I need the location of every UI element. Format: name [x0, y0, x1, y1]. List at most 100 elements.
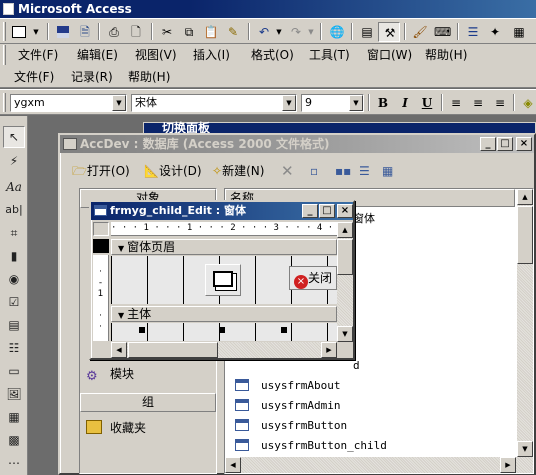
small-icons-button[interactable]: ▪▪: [335, 160, 351, 182]
scroll-thumb[interactable]: [128, 342, 218, 358]
image-icon[interactable]: 🖼: [3, 383, 25, 405]
form-window-title-bar[interactable]: frmyg_child_Edit : 窗体 _ □ ×: [91, 202, 353, 220]
menu-edit[interactable]: 编辑(E): [77, 44, 118, 66]
scroll-thumb[interactable]: [517, 206, 533, 264]
autoformat-button[interactable]: 🖌: [409, 22, 431, 42]
command-button-icon[interactable]: ▭: [3, 360, 25, 382]
menu-file-secondary[interactable]: 文件(F): [14, 66, 54, 88]
scroll-up-icon[interactable]: ▲: [337, 222, 353, 238]
align-left-button[interactable]: ≡: [445, 93, 467, 113]
vertical-ruler[interactable]: · -1 · ·: [93, 255, 109, 341]
textbox-icon[interactable]: ab|: [3, 199, 25, 221]
scroll-thumb[interactable]: [337, 239, 353, 275]
unbound-object-frame-icon[interactable]: ▦: [3, 406, 25, 428]
list-item[interactable]: usysfrmAdmin: [235, 396, 340, 416]
scroll-left-icon[interactable]: ◀: [225, 457, 241, 473]
menu-help-secondary[interactable]: 帮助(H): [128, 66, 170, 88]
close-command-button[interactable]: × 关闭: [289, 266, 337, 290]
scroll-right-icon[interactable]: ▶: [500, 457, 516, 473]
menu-records[interactable]: 记录(R): [71, 66, 113, 88]
control-handle[interactable]: [281, 327, 287, 333]
search-button[interactable]: 🗎: [74, 22, 96, 42]
chevron-down-icon[interactable]: ▼: [112, 95, 126, 111]
print-preview-button[interactable]: 🗋: [125, 22, 147, 42]
hyperlink-button[interactable]: 🌐: [326, 22, 348, 42]
option-group-icon[interactable]: ⌗: [3, 222, 25, 244]
option-button-icon[interactable]: ◉: [3, 268, 25, 290]
menu-window[interactable]: 窗口(W): [367, 44, 412, 66]
list-box-icon[interactable]: ☷: [3, 337, 25, 359]
delete-button[interactable]: ✕: [281, 160, 294, 182]
font-size-combo[interactable]: 9 ▼: [301, 94, 364, 112]
details-view-button[interactable]: ▦: [382, 160, 393, 182]
selected-item-suffix[interactable]: 窗体: [353, 210, 375, 228]
scroll-up-icon[interactable]: ▲: [517, 189, 533, 205]
format-painter-button[interactable]: ✎: [222, 22, 244, 42]
redo-button[interactable]: ↷ ▼: [285, 22, 315, 42]
font-name-combo[interactable]: 宋体 ▼: [131, 94, 297, 112]
field-list-button[interactable]: ▤: [356, 22, 378, 42]
database-window-button[interactable]: ▦: [508, 22, 530, 42]
close-button[interactable]: ×: [516, 137, 532, 151]
open-button[interactable]: 🗁打开(O): [72, 160, 130, 182]
save-button[interactable]: [52, 22, 74, 42]
build-button[interactable]: ✦: [484, 22, 506, 42]
detail-section-bar[interactable]: ▼ 主体: [111, 306, 337, 322]
horizontal-ruler[interactable]: · · · 1 · · · 1 · · · 2 · · · 3 · · · 4 …: [111, 222, 337, 236]
close-button[interactable]: ×: [337, 204, 353, 218]
image-control[interactable]: [205, 264, 241, 296]
form-horizontal-scrollbar[interactable]: ◀ ▶: [111, 342, 337, 358]
menu-view[interactable]: 视图(V): [135, 44, 177, 66]
menu-file[interactable]: 文件(F): [18, 44, 58, 66]
view-button[interactable]: ▼: [9, 22, 43, 42]
database-window-title-bar[interactable]: AccDev : 数据库 (Access 2000 文件格式) _ □ ×: [60, 135, 534, 153]
object-combo[interactable]: ygxm ▼: [10, 94, 127, 112]
label-icon[interactable]: Aa: [3, 176, 25, 198]
groups-item-favorites[interactable]: 收藏夹: [86, 417, 146, 439]
minimize-button[interactable]: _: [302, 204, 318, 218]
list-horizontal-scrollbar[interactable]: ◀ ▶: [225, 457, 533, 473]
print-button[interactable]: ⎙: [103, 22, 125, 42]
form-vertical-scrollbar[interactable]: ▲ ▼: [337, 222, 353, 342]
toolbox-button[interactable]: ⚒: [378, 22, 400, 42]
chevron-down-icon[interactable]: ▼: [282, 95, 296, 111]
bold-button[interactable]: B: [372, 93, 394, 113]
list-item[interactable]: usysfrmButton: [235, 416, 347, 436]
fill-color-button[interactable]: ◈: [517, 93, 535, 113]
maximize-button[interactable]: □: [497, 137, 513, 151]
page-break-icon[interactable]: ⋯: [3, 452, 25, 474]
checkbox-icon[interactable]: ☑: [3, 291, 25, 313]
cut-button[interactable]: ✂: [156, 22, 178, 42]
combo-box-icon[interactable]: ▤: [3, 314, 25, 336]
form-selector[interactable]: [93, 222, 109, 236]
groups-header[interactable]: 组: [80, 393, 216, 412]
copy-button[interactable]: ⧉: [178, 22, 200, 42]
paste-button[interactable]: 📋: [200, 22, 222, 42]
scroll-down-icon[interactable]: ▼: [337, 326, 353, 342]
menu-insert[interactable]: 插入(I): [193, 44, 230, 66]
section-selector[interactable]: [93, 239, 109, 253]
control-handle[interactable]: [219, 327, 225, 333]
list-item[interactable]: usysfrmAbout: [235, 376, 340, 396]
properties-button[interactable]: ☰: [462, 22, 484, 42]
list-item[interactable]: usysfrmButton_child: [235, 436, 387, 456]
chevron-down-icon[interactable]: ▼: [349, 95, 363, 111]
form-header-area[interactable]: × 关闭: [111, 256, 337, 304]
detail-area[interactable]: [111, 323, 337, 341]
control-wizards-icon[interactable]: ⚡: [3, 150, 25, 172]
minimize-button[interactable]: _: [480, 137, 496, 151]
code-button[interactable]: ⌨: [431, 22, 453, 42]
align-right-button[interactable]: ≡: [489, 93, 511, 113]
design-button[interactable]: 📐设计(D): [144, 160, 202, 182]
menu-tools[interactable]: 工具(T): [309, 44, 350, 66]
objects-item-modules[interactable]: ⚙ 模块: [86, 363, 134, 385]
scroll-right-icon[interactable]: ▶: [321, 342, 337, 358]
large-icons-button[interactable]: ▫: [310, 160, 318, 182]
undo-button[interactable]: ↶ ▼: [253, 22, 283, 42]
underline-button[interactable]: U: [416, 93, 438, 113]
toggle-button-icon[interactable]: ▮: [3, 245, 25, 267]
form-header-section-bar[interactable]: ▼ 窗体页眉: [111, 239, 337, 255]
list-vertical-scrollbar[interactable]: ▲ ▼: [517, 189, 533, 457]
scroll-down-icon[interactable]: ▼: [517, 441, 533, 457]
list-view-button[interactable]: ☰: [359, 160, 370, 182]
